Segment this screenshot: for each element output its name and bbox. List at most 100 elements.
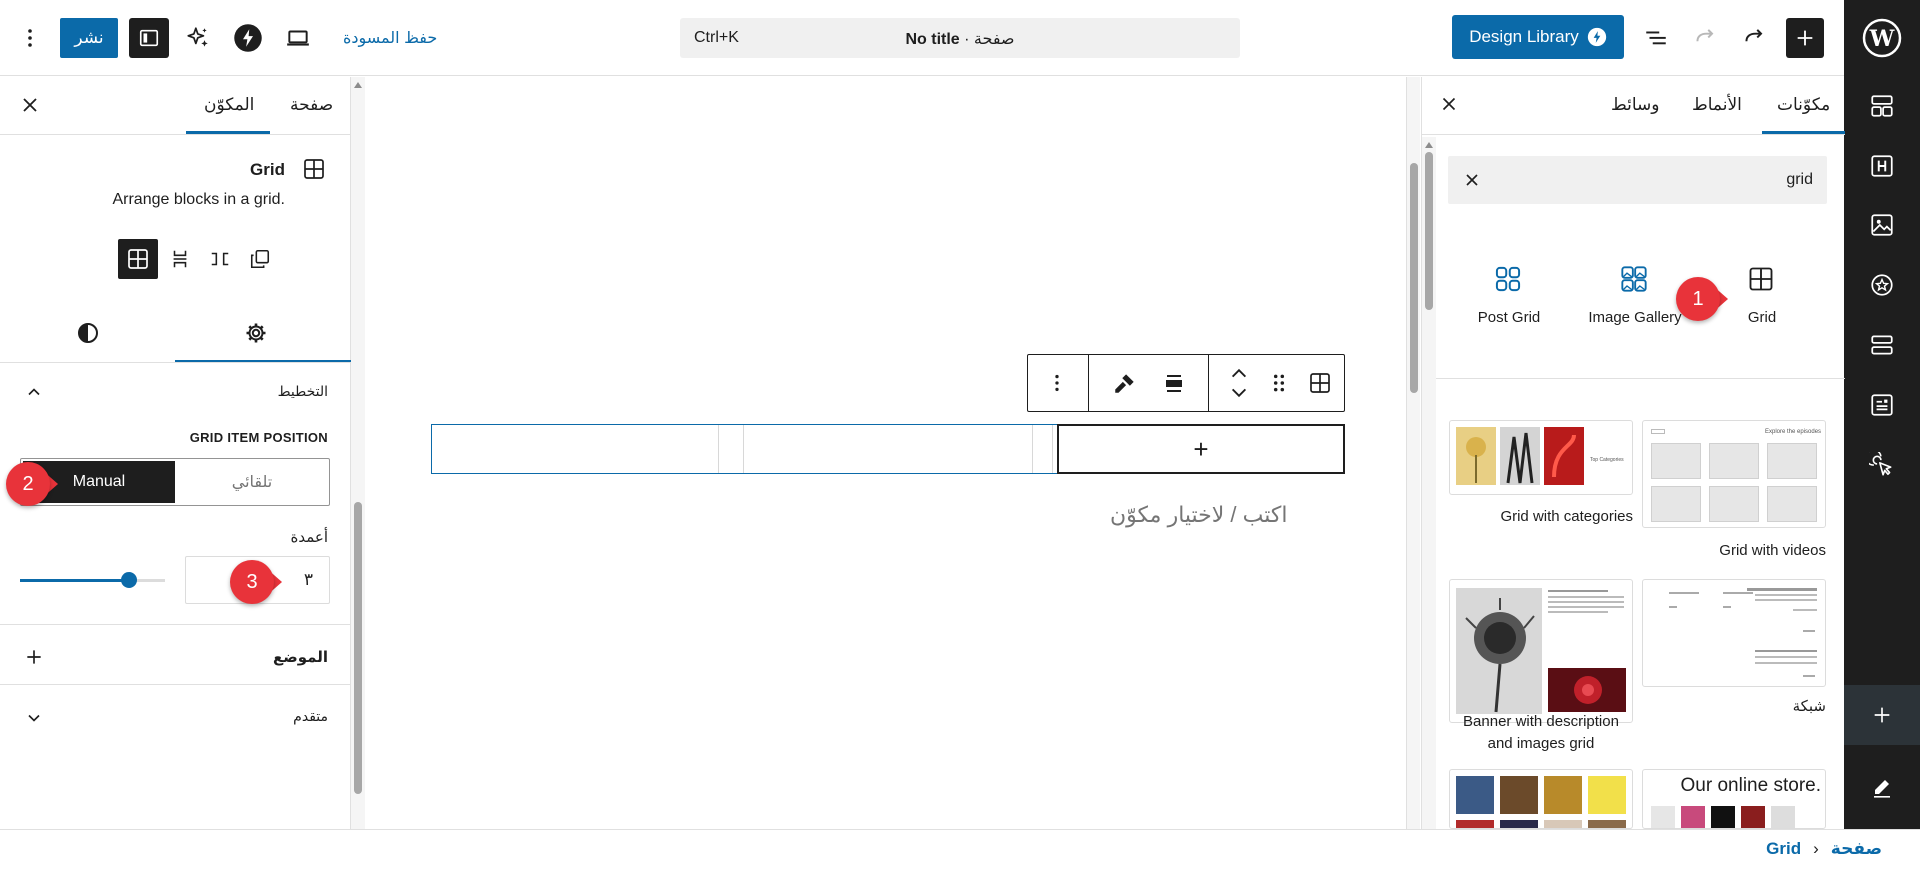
chevron-up-down-icon xyxy=(1231,368,1247,398)
svg-text:W: W xyxy=(1869,26,1895,52)
pattern-preview-line xyxy=(1755,599,1817,601)
expand-position-button[interactable] xyxy=(24,647,44,667)
wordpress-logo-button[interactable]: W xyxy=(1844,0,1920,76)
ai-assistant-button[interactable] xyxy=(178,18,218,58)
store-thumb xyxy=(1741,806,1765,828)
variation-row-button[interactable] xyxy=(200,239,240,279)
tab-patterns[interactable]: الأنماط xyxy=(1692,95,1742,115)
redo-icon xyxy=(1745,29,1763,42)
more-vertical-icon xyxy=(1055,374,1059,392)
grid-item-position-label: GRID ITEM POSITION xyxy=(189,430,328,445)
design-library-button[interactable]: Design Library xyxy=(1452,15,1624,59)
rows-icon[interactable] xyxy=(1868,331,1896,359)
canvas-scrollbar-thumb[interactable] xyxy=(1410,163,1418,393)
store-thumb xyxy=(1651,806,1675,828)
pattern-banner-images-grid[interactable] xyxy=(1449,579,1633,723)
toolbar-divider xyxy=(1088,355,1089,411)
form-icon[interactable] xyxy=(1868,391,1896,419)
pattern-preview-line xyxy=(1803,675,1815,677)
move-up-down-buttons[interactable] xyxy=(1220,364,1258,402)
pattern-preview-line xyxy=(1548,601,1624,603)
image-icon[interactable] xyxy=(1868,211,1896,239)
document-type: · صفحة xyxy=(959,31,1015,48)
columns-slider[interactable] xyxy=(20,579,165,582)
breadcrumb-block[interactable]: Grid xyxy=(1766,839,1801,859)
star-badge-icon[interactable] xyxy=(1868,271,1896,299)
settings-subtab[interactable] xyxy=(244,321,268,345)
styles-subtab[interactable] xyxy=(76,321,100,345)
inserter-scrollbar-thumb[interactable] xyxy=(1425,152,1433,310)
tab-media[interactable]: وسائط xyxy=(1611,95,1660,115)
divider xyxy=(0,134,351,135)
block-result-image-gallery[interactable]: Image Gallery xyxy=(1580,265,1690,345)
preview-device-button[interactable] xyxy=(278,18,318,58)
tab-blocks[interactable]: مكوّنات xyxy=(1777,95,1830,115)
close-icon xyxy=(1466,174,1478,186)
pattern-arabic-grid[interactable] xyxy=(1642,579,1826,687)
block-options-button[interactable] xyxy=(1038,364,1076,402)
bolt-circle-icon xyxy=(1587,27,1606,47)
heading-icon[interactable] xyxy=(1868,152,1896,180)
pattern-grid-with-categories[interactable]: Top Categories xyxy=(1449,420,1633,495)
redo-button[interactable] xyxy=(1734,18,1774,58)
publish-button[interactable]: نشر xyxy=(60,18,118,58)
tab-block[interactable]: المكوّن xyxy=(204,95,254,115)
grid-item-position-toggle: Manual تلقائي xyxy=(20,458,330,506)
tab-page[interactable]: صفحة xyxy=(290,95,333,115)
command-palette-bar[interactable]: Ctrl+K No title · صفحة xyxy=(680,18,1240,58)
styles-brush-button[interactable] xyxy=(1106,364,1144,402)
layout-panel-title[interactable]: التخطيط xyxy=(278,383,328,400)
pen-icon[interactable] xyxy=(1868,773,1896,801)
block-result-post-grid[interactable]: Post Grid xyxy=(1454,265,1564,345)
variation-group-button[interactable] xyxy=(240,239,280,279)
align-button[interactable] xyxy=(1155,364,1193,402)
columns-slider-thumb[interactable] xyxy=(120,572,137,588)
settings-scrollbar[interactable] xyxy=(351,77,365,829)
grid-icon xyxy=(302,157,326,181)
breadcrumb-page[interactable]: صفحة xyxy=(1831,839,1882,859)
strip-add-button[interactable] xyxy=(1844,685,1920,745)
pattern-preview-text: Explore the episodes xyxy=(1765,429,1822,435)
plugin-button[interactable] xyxy=(228,18,268,58)
block-inserter-toggle[interactable] xyxy=(1786,18,1824,58)
pattern-preview-line xyxy=(1755,650,1817,652)
collapse-layout-button[interactable] xyxy=(24,382,44,402)
columns-value: ٣ xyxy=(303,570,313,589)
default-block-appender[interactable]: اكتب / لاختيار مكوّن xyxy=(1110,502,1287,528)
save-draft-button[interactable]: حفظ المسودة xyxy=(343,28,437,48)
inserter-scrollbar[interactable] xyxy=(1422,137,1436,829)
pattern-preview-line xyxy=(1755,594,1817,596)
more-vertical-icon xyxy=(28,29,32,47)
canvas-scrollbar[interactable] xyxy=(1406,77,1420,829)
settings-sidebar-toggle[interactable] xyxy=(129,18,169,58)
clear-search-button[interactable] xyxy=(1462,170,1482,190)
auto-option[interactable]: تلقائي xyxy=(177,461,327,503)
pattern-preview-line xyxy=(1755,662,1817,664)
grid-cell-divider xyxy=(718,425,719,473)
document-outline-button[interactable] xyxy=(1636,18,1676,58)
cursor-click-icon[interactable] xyxy=(1868,451,1896,479)
expand-advanced-button[interactable] xyxy=(24,708,44,728)
options-menu-button[interactable] xyxy=(10,18,50,58)
divider xyxy=(1422,134,1845,135)
drag-handle[interactable] xyxy=(1264,364,1294,402)
close-inserter-button[interactable] xyxy=(1438,93,1460,115)
grid-append-block-button[interactable]: + xyxy=(1057,424,1345,474)
variation-grid-button[interactable] xyxy=(118,239,158,279)
undo-button[interactable] xyxy=(1685,18,1725,58)
pattern-online-store[interactable]: Our online store. xyxy=(1642,769,1826,829)
layout-icon[interactable] xyxy=(1868,92,1896,120)
annotation-badge-2: 2 xyxy=(6,462,58,506)
close-settings-button[interactable] xyxy=(18,93,42,117)
block-search-input[interactable]: grid xyxy=(1448,156,1827,204)
divider xyxy=(0,362,351,363)
pattern-grid-with-videos[interactable]: Explore the episodes xyxy=(1642,420,1826,528)
position-panel-title[interactable]: الموضع xyxy=(273,648,328,666)
advanced-panel-title[interactable]: متقدم xyxy=(293,708,328,725)
pattern-image-mosaic[interactable] xyxy=(1449,769,1633,829)
banner-image xyxy=(1548,668,1626,712)
store-thumb xyxy=(1771,806,1795,828)
block-type-button[interactable] xyxy=(1301,364,1339,402)
settings-scrollbar-thumb[interactable] xyxy=(354,502,362,794)
variation-stack-button[interactable] xyxy=(160,239,200,279)
